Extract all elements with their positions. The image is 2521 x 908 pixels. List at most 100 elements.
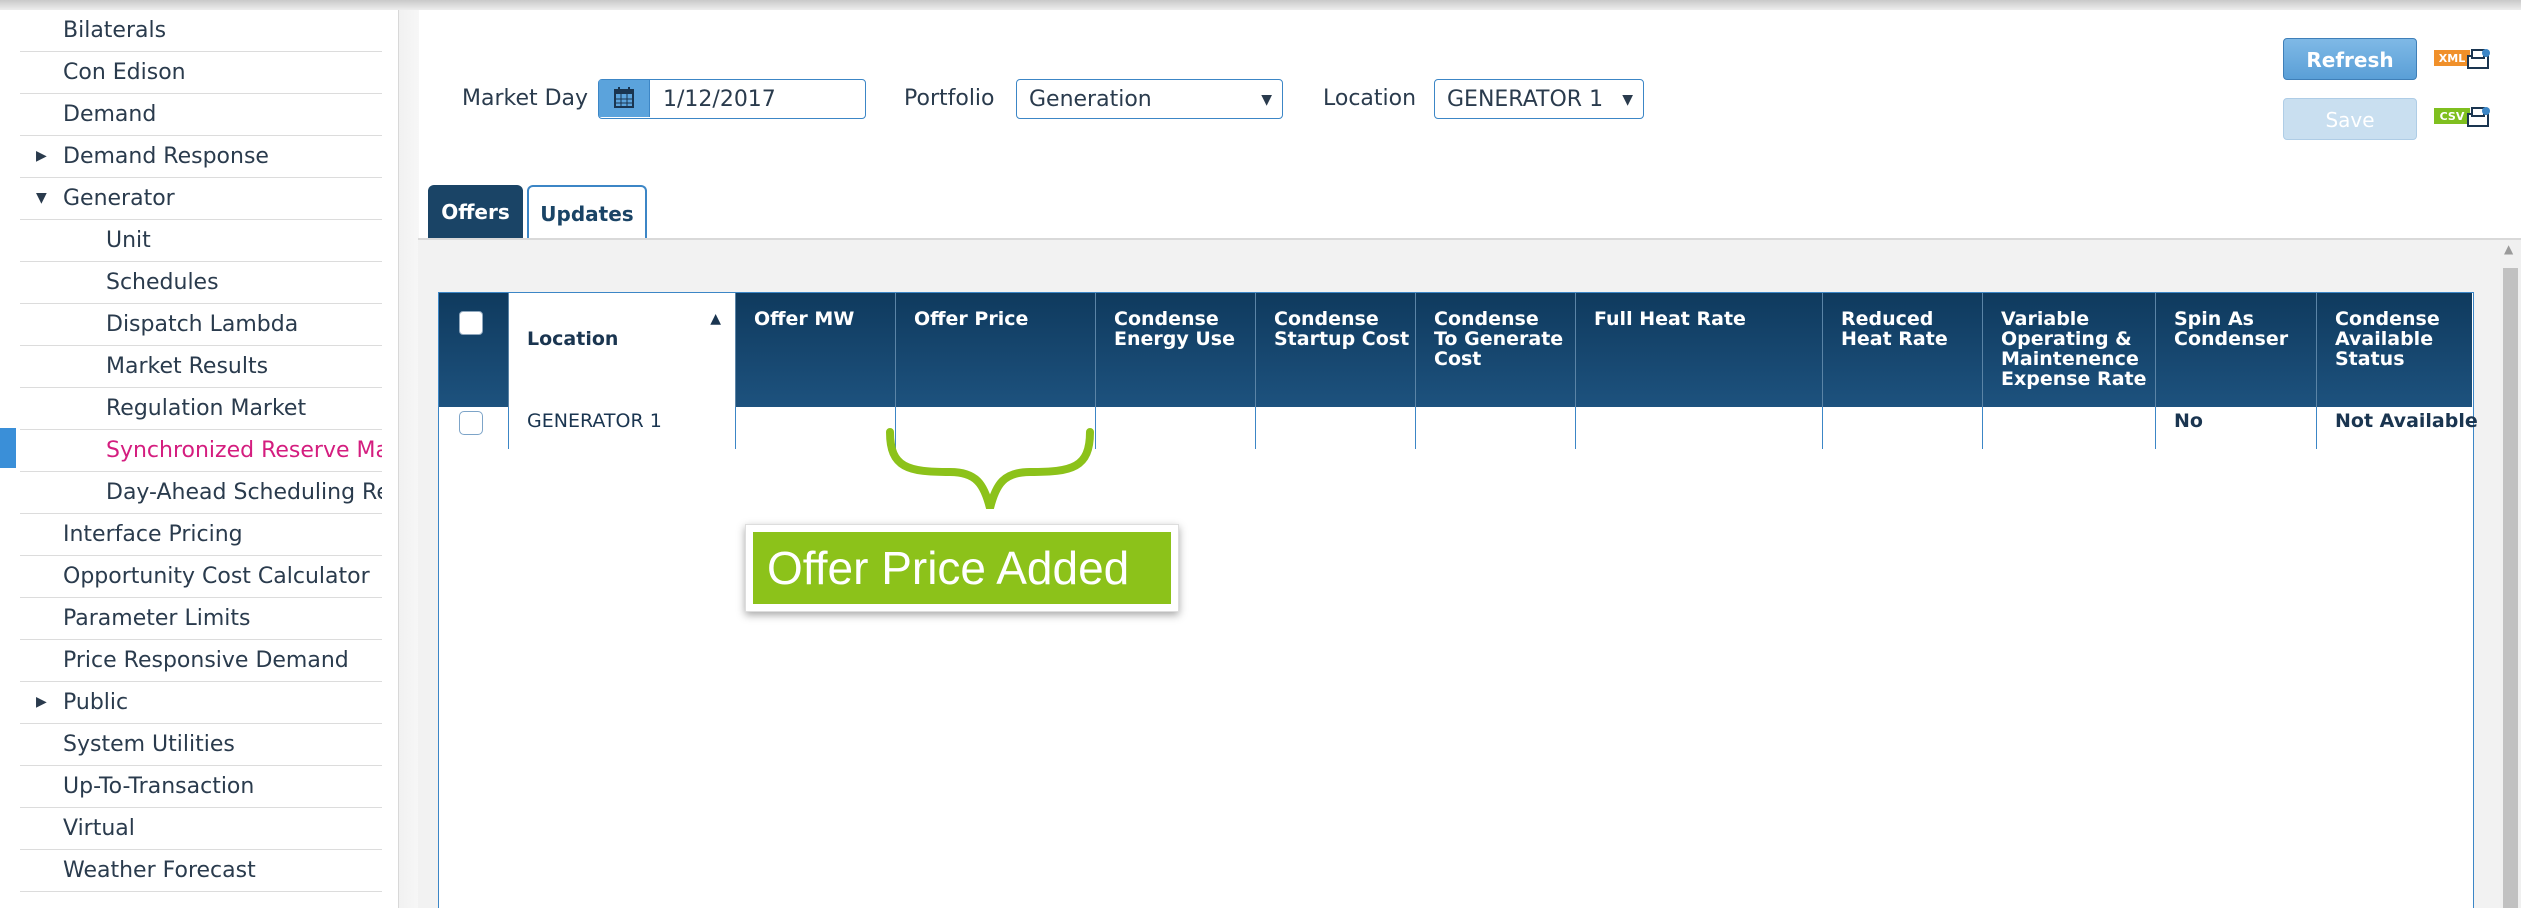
sidebar-item-system-utilities[interactable]: System Utilities <box>20 724 382 766</box>
tab-updates[interactable]: Updates <box>527 185 647 239</box>
row-checkbox[interactable] <box>459 411 483 435</box>
sidebar-item-label: Price Responsive Demand <box>63 648 349 673</box>
market-day-datepicker[interactable]: 1/12/2017 <box>598 79 866 119</box>
sidebar-item-demand[interactable]: Demand <box>20 94 382 136</box>
calendar-button[interactable] <box>599 80 650 117</box>
csv-label: CSV <box>2440 110 2465 123</box>
active-item-marker <box>0 428 16 468</box>
column-header-spin-as-condenser[interactable]: Spin As Condenser <box>2156 293 2317 407</box>
offers-grid: Location ▲ Offer MW Offer Price Condense… <box>438 292 2478 908</box>
csv-export-icon: CSV <box>2434 107 2490 127</box>
sidebar-item-regulation-market[interactable]: Regulation Market <box>20 388 382 430</box>
market-day-label: Market Day <box>462 86 589 111</box>
scroll-thumb[interactable] <box>2503 268 2518 908</box>
sidebar-item-label: Parameter Limits <box>63 606 251 631</box>
cell-condense-energy-use[interactable] <box>1096 407 1256 449</box>
sidebar-item-label: Demand <box>63 102 157 127</box>
portfolio-value: Generation <box>1029 87 1152 112</box>
sidebar-item-label: Virtual <box>63 816 135 841</box>
cell-condense-available-status: Not Available <box>2335 410 2478 432</box>
select-all-header <box>439 293 509 407</box>
column-header-location[interactable]: Location ▲ <box>509 293 736 407</box>
scroll-up-icon[interactable]: ▲ <box>2504 242 2513 256</box>
column-header-condense-available-status[interactable]: Condense Available Status <box>2317 293 2472 407</box>
tab-offers[interactable]: Offers <box>428 185 523 239</box>
sidebar-item-label: Interface Pricing <box>63 522 243 547</box>
sidebar-item-label: Opportunity Cost Calculator <box>63 564 370 589</box>
sidebar-item-label: Weather Forecast <box>63 858 256 883</box>
portfolio-select[interactable]: Generation ▼ <box>1016 79 1283 119</box>
column-header-condense-energy-use[interactable]: Condense Energy Use <box>1096 293 1256 407</box>
select-all-checkbox[interactable] <box>459 311 483 335</box>
sidebar-item-price-responsive-demand[interactable]: Price Responsive Demand <box>20 640 382 682</box>
column-header-offer-mw[interactable]: Offer MW <box>736 293 896 407</box>
sidebar-item-opportunity-cost-calculator[interactable]: Opportunity Cost Calculator <box>20 556 382 598</box>
sidebar-item-weather-forecast[interactable]: Weather Forecast <box>20 850 382 892</box>
sidebar-item-label: Public <box>63 690 129 715</box>
top-shadow-bar <box>0 0 2521 10</box>
refresh-button[interactable]: Refresh <box>2283 38 2417 80</box>
sidebar-nav: Bilaterals Con Edison Demand ▶ Demand Res… <box>0 10 398 908</box>
caret-down-icon[interactable]: ▼ <box>36 178 47 219</box>
sidebar-item-public[interactable]: ▶ Public <box>20 682 382 724</box>
sidebar-item-interface-pricing[interactable]: Interface Pricing <box>20 514 382 556</box>
callout-text: Offer Price Added <box>753 532 1171 604</box>
sidebar-item-label: Dispatch Lambda <box>106 312 299 337</box>
sidebar-item-label: Up-To-Transaction <box>63 774 255 799</box>
sidebar-item-bilaterals[interactable]: Bilaterals <box>20 10 382 52</box>
market-day-value: 1/12/2017 <box>663 87 776 112</box>
sidebar-item-label: System Utilities <box>63 732 235 757</box>
sidebar-item-dispatch-lambda[interactable]: Dispatch Lambda <box>20 304 382 346</box>
cell-offer-mw[interactable] <box>736 407 896 449</box>
sidebar-item-label: Schedules <box>106 270 219 295</box>
column-header-condense-startup-cost[interactable]: Condense Startup Cost <box>1256 293 1416 407</box>
sidebar-item-parameter-limits[interactable]: Parameter Limits <box>20 598 382 640</box>
xml-label: XML <box>2439 52 2465 65</box>
cell-vom-expense-rate[interactable] <box>1983 407 2156 449</box>
vertical-scrollbar[interactable]: ▲ <box>2500 240 2521 908</box>
cell-spin-as-condenser[interactable]: No <box>2156 407 2317 449</box>
sidebar-item-label: Regulation Market <box>106 396 307 421</box>
column-header-vom-expense-rate[interactable]: Variable Operating & Maintenence Expense… <box>1983 293 2156 407</box>
location-label: Location <box>1323 86 1417 111</box>
sidebar-item-generator[interactable]: ▼ Generator <box>20 178 382 220</box>
cell-condense-to-generate-cost[interactable] <box>1416 407 1576 449</box>
save-button[interactable]: Save <box>2283 98 2417 140</box>
cell-location: GENERATOR 1 <box>509 407 736 449</box>
sidebar-item-up-to-transaction[interactable]: Up-To-Transaction <box>20 766 382 808</box>
sidebar-item-demand-response[interactable]: ▶ Demand Response <box>20 136 382 178</box>
sidebar-item-label: Market Results <box>106 354 269 379</box>
cell-condense-startup-cost[interactable] <box>1256 407 1416 449</box>
sidebar-item-market-results[interactable]: Market Results <box>20 346 382 388</box>
sidebar-item-label: Unit <box>106 228 151 253</box>
sidebar-item-unit[interactable]: Unit <box>20 220 382 262</box>
sidebar-item-day-ahead-scheduling-reserve[interactable]: Day-Ahead Scheduling Res <box>20 472 382 514</box>
sidebar-item-label: Day-Ahead Scheduling Res <box>106 480 382 505</box>
grid-header: Location ▲ Offer MW Offer Price Condense… <box>439 293 2472 407</box>
table-row[interactable]: GENERATOR 1 No Not Available <box>439 407 2478 449</box>
xml-export-icon: XML <box>2434 49 2490 69</box>
dropdown-arrow-icon: ▼ <box>1261 92 1272 108</box>
sidebar-item-label: Generator <box>63 186 175 211</box>
cell-reduced-heat-rate[interactable] <box>1823 407 1983 449</box>
caret-right-icon[interactable]: ▶ <box>36 136 47 177</box>
caret-right-icon[interactable]: ▶ <box>36 682 47 723</box>
callout-box: Offer Price Added <box>745 524 1179 612</box>
xml-export-button[interactable]: XML <box>2434 46 2492 74</box>
sidebar-item-label: Con Edison <box>63 60 186 85</box>
column-header-full-heat-rate[interactable]: Full Heat Rate <box>1576 293 1823 407</box>
sidebar-item-label: Bilaterals <box>63 18 167 43</box>
csv-export-button[interactable]: CSV <box>2434 104 2492 132</box>
sidebar-item-label: Demand Response <box>63 144 269 169</box>
sidebar-item-virtual[interactable]: Virtual <box>20 808 382 850</box>
column-header-reduced-heat-rate[interactable]: Reduced Heat Rate <box>1823 293 1983 407</box>
sidebar-item-schedules[interactable]: Schedules <box>20 262 382 304</box>
location-select[interactable]: GENERATOR 1 ▼ <box>1434 79 1644 119</box>
sidebar-item-con-edison[interactable]: Con Edison <box>20 52 382 94</box>
row-select-cell <box>439 407 509 449</box>
column-header-condense-to-generate-cost[interactable]: Condense To Generate Cost <box>1416 293 1576 407</box>
column-header-offer-price[interactable]: Offer Price <box>896 293 1096 407</box>
sidebar-item-synchronized-reserve-market[interactable]: Synchronized Reserve Mar <box>20 430 382 472</box>
cell-full-heat-rate[interactable] <box>1576 407 1823 449</box>
curly-brace-annotation <box>886 428 1094 509</box>
